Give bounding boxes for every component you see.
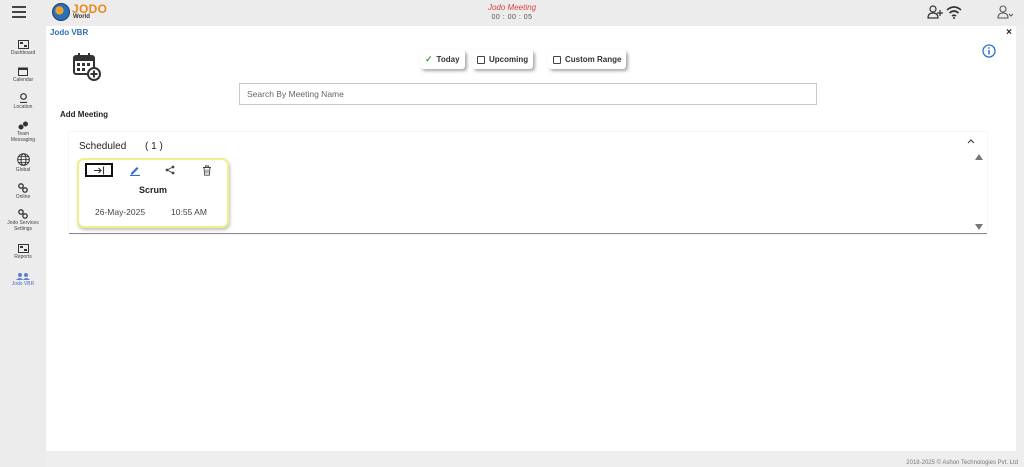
scroll-up-arrow[interactable] — [975, 154, 983, 160]
sidebar-item-location[interactable]: Location — [0, 93, 46, 110]
sidebar-item-global[interactable]: Global — [0, 153, 46, 173]
scheduled-section: Scheduled ( 1 ) Scrum 26-May-2025 10:55 … — [69, 132, 987, 234]
scheduled-count: ( 1 ) — [145, 141, 163, 152]
meeting-name: Scrum — [138, 185, 167, 195]
trash-icon — [203, 165, 211, 176]
sidebar-item-label: Calendar — [12, 77, 34, 83]
sidebar-item-jodo-services-settings[interactable]: Jodo Services Settings — [0, 209, 46, 232]
sidebar-item-label: Reports — [14, 254, 32, 260]
sidebar: Dashboard Calendar Location Team Messagi… — [0, 26, 46, 467]
chevron-up-icon[interactable] — [967, 138, 975, 144]
join-meeting-button[interactable] — [85, 163, 113, 177]
edit-pencil-icon — [130, 166, 140, 176]
share-meeting-button[interactable] — [162, 163, 178, 177]
scroll-down-arrow[interactable] — [975, 224, 983, 230]
add-user-icon[interactable] — [927, 5, 943, 19]
filter-upcoming[interactable]: Upcoming — [472, 50, 534, 69]
dashboard-icon — [17, 40, 29, 49]
meeting-card[interactable]: Scrum 26-May-2025 10:55 AM — [77, 158, 229, 228]
checkbox-icon — [553, 55, 561, 64]
meeting-title: Jodo Meeting — [487, 3, 537, 12]
meeting-time: 10:55 AM — [171, 207, 207, 217]
close-button[interactable]: × — [1006, 27, 1012, 38]
sidebar-item-label: Location — [13, 104, 33, 110]
edit-meeting-button[interactable] — [127, 163, 143, 177]
location-pin-icon — [19, 93, 27, 103]
top-bar: JODO World Jodo Meeting 00 : 00 : 05 — [0, 0, 1024, 26]
search-input[interactable] — [239, 83, 817, 105]
services-settings-icon — [18, 209, 28, 219]
wifi-icon[interactable] — [946, 5, 962, 19]
share-icon — [165, 165, 175, 175]
filter-today[interactable]: ✓ Today — [420, 50, 465, 69]
user-icon[interactable] — [997, 5, 1013, 19]
delete-meeting-button[interactable] — [199, 163, 215, 177]
jodo-vbr-icon — [16, 273, 30, 280]
sidebar-item-label: Jodo Services Settings — [7, 220, 39, 232]
sidebar-item-online[interactable]: Online — [0, 183, 46, 200]
sidebar-item-label: Dashboard — [10, 50, 36, 56]
online-link-icon — [18, 183, 28, 193]
scheduled-heading: Scheduled — [79, 141, 127, 152]
checkmark-icon: ✓ — [425, 54, 433, 64]
filter-custom-range[interactable]: Custom Range — [548, 50, 627, 69]
sidebar-item-jodo-vbr[interactable]: Jodo VBR — [0, 272, 46, 287]
add-calendar-icon — [73, 53, 101, 81]
add-meeting-label: Add Meeting — [60, 110, 108, 119]
footer-copyright: 2018-2025 © Ashon Technologies Pvt. Ltd — [906, 460, 1018, 466]
sidebar-item-reports[interactable]: Reports — [0, 244, 46, 260]
checkbox-icon — [477, 55, 485, 64]
sidebar-item-dashboard[interactable]: Dashboard — [0, 40, 46, 56]
filter-upcoming-label: Upcoming — [489, 55, 529, 64]
sidebar-item-label: Team Messaging — [10, 131, 36, 143]
page-title: Jodo VBR — [50, 28, 89, 37]
calendar-icon — [18, 67, 28, 76]
jodo-vbr-panel: Jodo VBR × Add Meeting ✓ Today Upcoming … — [46, 26, 1016, 451]
join-icon — [94, 166, 105, 174]
sidebar-item-label: Online — [15, 194, 31, 200]
meeting-date: 26-May-2025 — [95, 207, 146, 217]
team-messaging-icon — [18, 121, 28, 130]
sidebar-item-label: Global — [15, 167, 31, 173]
sidebar-item-calendar[interactable]: Calendar — [0, 67, 46, 83]
sidebar-item-team-messaging[interactable]: Team Messaging — [0, 121, 46, 143]
globe-icon — [16, 153, 30, 166]
sidebar-item-label: Jodo VBR — [11, 281, 35, 287]
filter-today-label: Today — [436, 55, 460, 64]
meeting-timer: 00 : 00 : 05 — [491, 14, 533, 21]
filter-custom-range-label: Custom Range — [565, 55, 622, 64]
info-icon[interactable] — [982, 44, 996, 58]
reports-icon — [17, 244, 29, 253]
